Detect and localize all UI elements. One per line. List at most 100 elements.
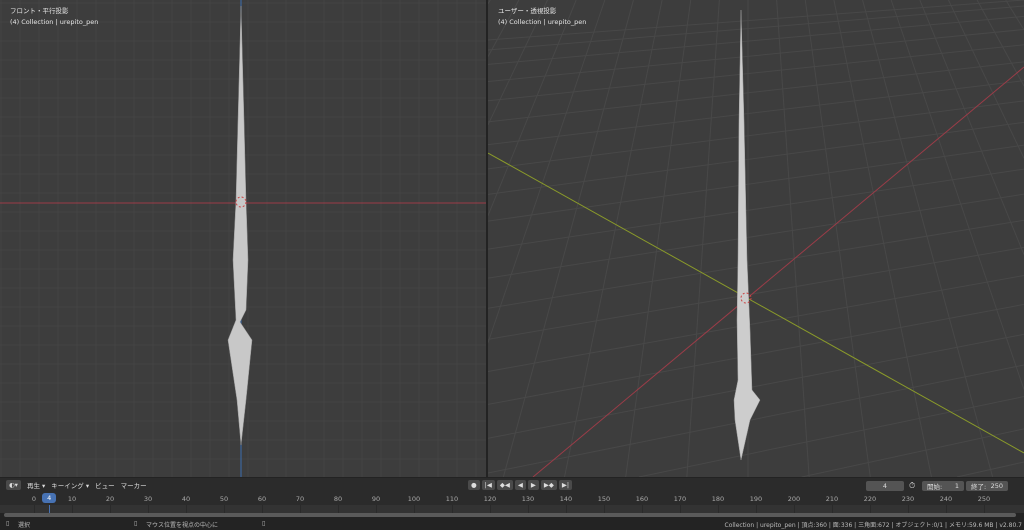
grid-line: [488, 168, 1024, 250]
scene-stats: Collection | urepito_pen | 頂点:360 | 面:33…: [724, 522, 1022, 529]
frame-tick-label: 30: [143, 495, 153, 503]
editor-type-icon[interactable]: ◐▾: [6, 480, 21, 490]
grid-line: [638, 396, 1024, 477]
play-reverse-icon[interactable]: ◀: [514, 480, 526, 490]
jump-start-icon[interactable]: |◀: [481, 480, 495, 490]
grid-line: [488, 274, 1024, 372]
frame-gridline: [528, 505, 529, 513]
frame-tick-label: 70: [295, 495, 305, 503]
prev-keyframe-icon[interactable]: ◆◀: [496, 480, 513, 490]
frame-gridline: [984, 505, 985, 513]
front-viewport[interactable]: フロント・平行投影 (4) Collection | urepito_pen: [0, 0, 486, 477]
frame-tick-label: 230: [901, 495, 915, 503]
playhead[interactable]: 4: [42, 493, 57, 503]
play-icon[interactable]: ▶: [527, 480, 539, 490]
frame-ruler[interactable]: 0 10 20 30 40 50 60 70 80 90 100 110 120 130 140 150 160…: [0, 492, 1024, 505]
frame-gridline: [376, 505, 377, 513]
grid-line: [686, 0, 720, 477]
jump-end-icon[interactable]: ▶|: [558, 480, 573, 490]
perspective-viewport[interactable]: ユーザー・透視投影 (4) Collection | urepito_pen: [488, 0, 1024, 477]
stopwatch-icon[interactable]: ⏱: [909, 481, 915, 491]
frame-gridline: [338, 505, 339, 513]
frame-tick-label: 50: [219, 495, 229, 503]
frame-gridline: [832, 505, 833, 513]
frame-tick-label: 160: [635, 495, 649, 503]
frame-tick-label: 0: [31, 495, 37, 503]
frame-gridline: [908, 505, 909, 513]
frame-gridline: [34, 505, 35, 513]
grid-line: [488, 364, 1024, 474]
mouse-left-icon: ▯: [6, 520, 10, 527]
frame-tick-label: 170: [673, 495, 687, 503]
start-frame-field[interactable]: 開始: 1: [922, 481, 964, 491]
front-viewport-canvas[interactable]: [0, 0, 486, 477]
perspective-viewport-canvas[interactable]: [488, 0, 1024, 477]
grid-line: [488, 303, 1024, 405]
view-name: フロント・平行投影: [10, 7, 69, 15]
frame-tick-label: 190: [749, 495, 763, 503]
collection-label: (4) Collection | urepito_pen: [10, 18, 99, 26]
menu-playback[interactable]: 再生 ▾: [27, 480, 45, 490]
grid-line: [804, 0, 871, 477]
frame-gridline: [148, 505, 149, 513]
menu-marker[interactable]: マーカー: [121, 480, 147, 490]
viewport-overlay: ユーザー・透視投影 (4) Collection | urepito_pen: [498, 6, 586, 28]
frame-tick-label: 220: [863, 495, 877, 503]
frame-tick-label: 10: [67, 495, 77, 503]
timeline-scrollbar[interactable]: [4, 513, 1016, 517]
grid-line: [488, 0, 606, 343]
record-button[interactable]: ●: [468, 480, 480, 490]
frame-tick-label: 100: [407, 495, 421, 503]
grid-line: [948, 0, 1024, 159]
frame-gridline: [72, 505, 73, 513]
frame-tick-label: 80: [333, 495, 343, 503]
frame-tick-label: 40: [181, 495, 191, 503]
next-keyframe-icon[interactable]: ▶◆: [540, 480, 557, 490]
frame-gridline: [946, 505, 947, 513]
frame-gridline: [452, 505, 453, 513]
viewport-overlay: フロント・平行投影 (4) Collection | urepito_pen: [10, 6, 98, 28]
grid-line: [488, 29, 1024, 83]
pen-mesh: [733, 9, 761, 461]
frame-gridline: [300, 505, 301, 513]
frame-tick-label: 90: [371, 495, 381, 503]
frame-gridline: [604, 505, 605, 513]
frame-gridline: [794, 505, 795, 513]
frame-gridline: [642, 505, 643, 513]
grid-line: [502, 0, 634, 477]
frame-tick-label: 180: [711, 495, 725, 503]
frame-tick-label: 120: [483, 495, 497, 503]
current-frame-field[interactable]: 4: [866, 481, 904, 491]
grid-line: [890, 0, 1024, 390]
grid-line: [564, 0, 663, 477]
mouse-middle-icon: ▯: [134, 520, 138, 527]
frame-tick-label: 110: [445, 495, 459, 503]
frame-gridline: [110, 505, 111, 513]
menu-keying[interactable]: キーイング ▾: [51, 480, 89, 490]
grid-line: [776, 0, 810, 477]
frame-gridline: [414, 505, 415, 513]
frame-gridline: [566, 505, 567, 513]
frame-tick-label: 200: [787, 495, 801, 503]
frame-tick-label: 210: [825, 495, 839, 503]
grid-line: [488, 246, 1024, 340]
timeline-track[interactable]: [0, 505, 1024, 513]
frame-gridline: [680, 505, 681, 513]
frame-gridline: [490, 505, 491, 513]
frame-tick-label: 60: [257, 495, 267, 503]
grid-line: [488, 219, 1024, 309]
menu-view[interactable]: ビュー: [95, 480, 115, 490]
frame-tick-label: 240: [939, 495, 953, 503]
grid-line: [1005, 0, 1024, 31]
frame-tick-label: 20: [105, 495, 115, 503]
grid-line: [833, 0, 932, 477]
frame-tick-label: 250: [977, 495, 991, 503]
status-center-view: マウス位置を視点の中心に: [146, 522, 219, 529]
frame-tick-label: 150: [597, 495, 611, 503]
status-select: 選択: [18, 522, 31, 529]
playhead-line[interactable]: [49, 505, 51, 513]
status-bar: ▯ 選択 ▯ マウス位置を視点の中心に ▯ Collection | urepi…: [0, 518, 1024, 530]
frame-gridline: [756, 505, 757, 513]
grid-line: [956, 461, 1024, 477]
end-frame-field[interactable]: 終了: 250: [966, 481, 1008, 491]
